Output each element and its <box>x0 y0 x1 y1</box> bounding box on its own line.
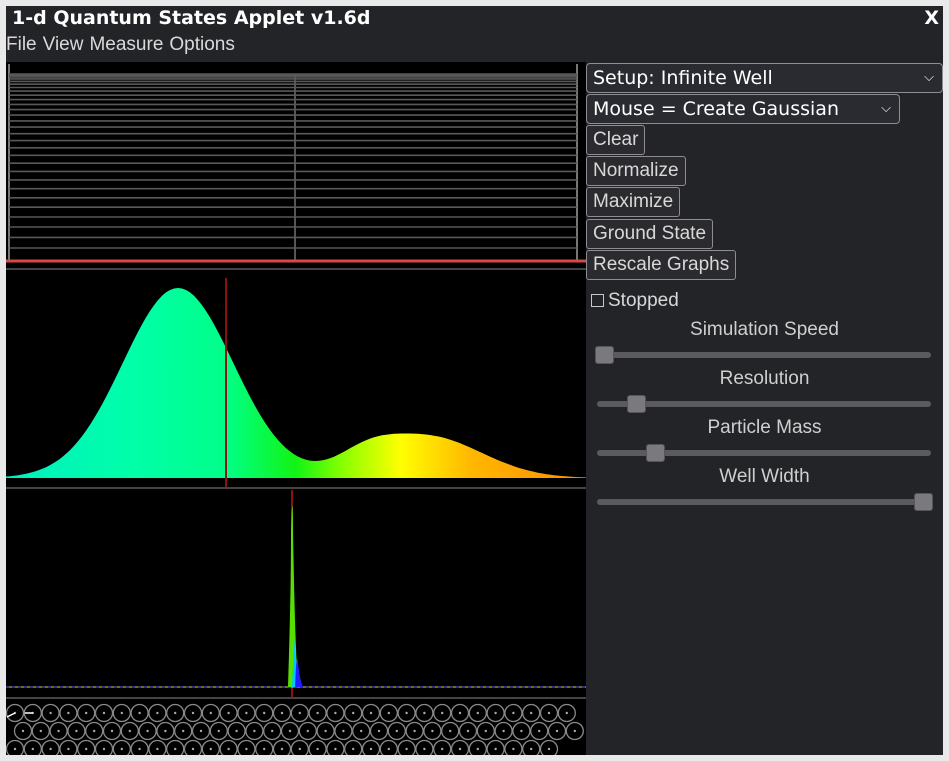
mouse-mode-value: Mouse = Create Gaussian <box>593 98 839 120</box>
resolution-label: Resolution <box>719 368 810 389</box>
window-title: 1-d Quantum States Applet v1.6d <box>12 7 371 29</box>
menu-measure[interactable]: Measure <box>89 34 163 56</box>
particle-mass-slider[interactable] <box>597 444 931 462</box>
menu-options[interactable]: Options <box>169 34 234 56</box>
stopped-label: Stopped <box>608 290 679 311</box>
simulation-speed-slider[interactable] <box>595 346 931 364</box>
slider-thumb[interactable] <box>626 395 646 413</box>
clear-button[interactable]: Clear <box>586 125 646 155</box>
close-button[interactable]: X <box>924 7 939 29</box>
plots-canvas[interactable] <box>6 62 586 755</box>
slider-thumb[interactable] <box>914 493 933 511</box>
normalize-button[interactable]: Normalize <box>586 156 686 186</box>
setup-select[interactable]: Setup: Infinite Well ⌵ <box>586 63 943 93</box>
rescale-graphs-button[interactable]: Rescale Graphs <box>586 250 737 280</box>
checkbox-empty-icon[interactable] <box>591 294 604 307</box>
simulation-plots[interactable] <box>6 62 586 755</box>
simulation-speed-label: Simulation Speed <box>690 319 839 340</box>
setup-select-value: Setup: Infinite Well <box>593 67 773 89</box>
maximize-button[interactable]: Maximize <box>586 187 681 217</box>
chevron-down-icon: ⌵ <box>881 101 891 116</box>
well-width-label: Well Width <box>719 466 810 487</box>
well-width-slider[interactable] <box>597 493 933 511</box>
energy-levels-plot[interactable] <box>8 64 578 261</box>
menu-bar: File View Measure Options <box>6 34 586 58</box>
mouse-mode-select[interactable]: Mouse = Create Gaussian ⌵ <box>586 94 900 124</box>
slider-thumb[interactable] <box>646 444 666 462</box>
slider-thumb[interactable] <box>595 346 614 364</box>
menu-view[interactable]: View <box>43 34 84 56</box>
wavefunction-probability-plot[interactable] <box>6 288 586 478</box>
chevron-down-icon: ⌵ <box>924 70 934 85</box>
resolution-slider[interactable] <box>597 395 931 413</box>
control-panel: Setup: Infinite Well ⌵ Mouse = Create Ga… <box>586 62 943 755</box>
menu-file[interactable]: File <box>6 34 37 56</box>
momentum-peak <box>288 505 298 687</box>
applet-window: 1-d Quantum States Applet v1.6d X File Vi… <box>6 6 943 755</box>
ground-state-button[interactable]: Ground State <box>586 219 714 249</box>
particle-mass-label: Particle Mass <box>707 417 822 438</box>
title-bar: 1-d Quantum States Applet v1.6d X <box>6 6 943 32</box>
stopped-checkbox[interactable]: Stopped <box>591 290 679 312</box>
